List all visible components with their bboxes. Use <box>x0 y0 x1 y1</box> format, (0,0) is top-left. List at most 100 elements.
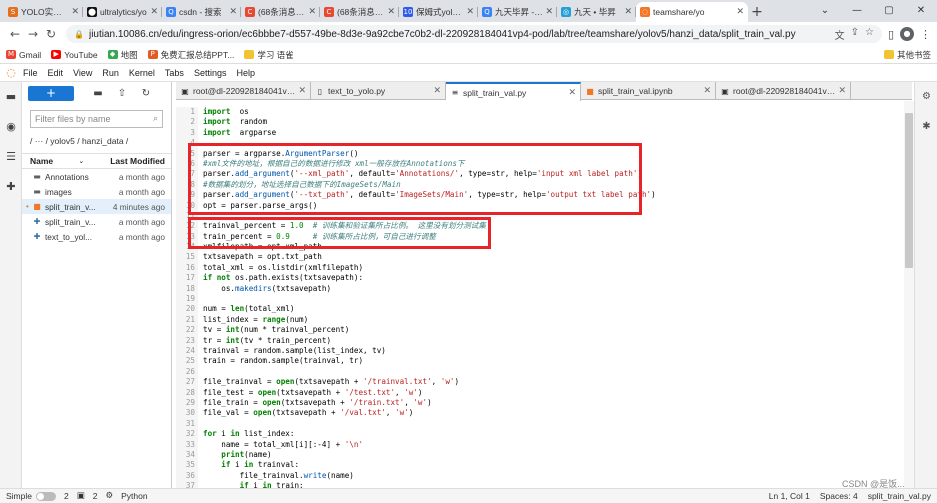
code-line[interactable]: print(name) <box>203 450 893 460</box>
new-folder-icon[interactable]: ▬ <box>86 88 110 99</box>
code-line[interactable]: trainval = random.sample(list_index, tv) <box>203 346 893 356</box>
bookmark-star-icon[interactable]: ☆ <box>865 27 874 42</box>
scrollbar-thumb[interactable] <box>905 113 913 268</box>
code-line[interactable]: os.makedirs(txtsavepath) <box>203 284 893 294</box>
code-line[interactable]: if not os.path.exists(txtsavepath): <box>203 273 893 283</box>
code-line[interactable]: for i in list_index: <box>203 429 893 439</box>
browser-tab[interactable]: Q 九天毕昇 - 搜 ✕ <box>478 2 557 22</box>
document-tab[interactable]: ≡ split_train_val.py ✕ <box>446 82 581 101</box>
close-tab-icon[interactable]: ✕ <box>298 86 306 96</box>
new-launcher-button[interactable]: + <box>28 85 74 101</box>
running-kernels-icon[interactable]: ◉ <box>0 112 22 142</box>
other-bookmarks[interactable]: 其他书签 <box>883 49 931 61</box>
file-browser-icon[interactable]: ▬ <box>0 82 22 112</box>
forward-icon[interactable]: → <box>24 27 42 41</box>
filter-files-input[interactable]: Filter files by name ⌕ <box>30 110 163 128</box>
maximize-icon[interactable]: ▢ <box>873 0 905 22</box>
close-tab-icon[interactable]: ✕ <box>433 86 441 96</box>
language-label[interactable]: Python <box>121 491 147 501</box>
extensions-icon[interactable]: ✚ <box>0 172 22 202</box>
debugger-bug-icon[interactable]: ✱ <box>915 112 937 142</box>
code-line[interactable]: total_xml = os.listdir(xmlfilepath) <box>203 263 893 273</box>
commands-icon[interactable]: ☰ <box>0 142 22 172</box>
menu-item-help[interactable]: Help <box>231 68 260 78</box>
document-tab[interactable]: ■ split_train_val.ipynb ✕ <box>581 82 716 100</box>
close-tab-icon[interactable]: ✕ <box>545 7 553 17</box>
simple-mode-toggle[interactable] <box>35 491 56 501</box>
browser-tab[interactable]: C(68条消息) YO✕ <box>320 2 399 22</box>
kernel-gear-icon[interactable]: ⚙ <box>105 491 113 501</box>
property-inspector-gear-icon[interactable]: ⚙ <box>915 82 937 112</box>
code-line[interactable] <box>203 419 893 429</box>
close-tab-icon[interactable]: ✕ <box>568 88 576 98</box>
bookmark-item[interactable]: ◆ 地图 <box>107 49 138 61</box>
name-column-header[interactable]: Name <box>30 156 78 166</box>
menu-item-settings[interactable]: Settings <box>189 68 232 78</box>
sort-chevron-icon[interactable]: ⌄ <box>78 157 84 165</box>
document-tab[interactable]: ▯ text_to_yolo.py ✕ <box>311 82 446 100</box>
terminal-icon[interactable]: ▣ <box>77 491 85 501</box>
tab-search-icon[interactable]: ⌄ <box>809 0 841 22</box>
browser-tab[interactable]: 10 保姆式yolov5 ✕ <box>399 2 478 22</box>
close-window-icon[interactable]: ✕ <box>905 0 937 22</box>
code-line[interactable]: import os <box>203 107 893 117</box>
code-line[interactable]: name = total_xml[i][:-4] + '\n' <box>203 440 893 450</box>
menu-item-view[interactable]: View <box>68 68 97 78</box>
file-row[interactable]: ✚ split_train_v... a month ago <box>22 214 171 229</box>
close-tab-icon[interactable]: ✕ <box>736 7 744 17</box>
file-row[interactable]: ✚ text_to_yol... a month ago <box>22 229 171 244</box>
refresh-icon[interactable]: ↻ <box>134 88 158 99</box>
menu-icon[interactable]: ⋮ <box>920 28 931 41</box>
browser-tab[interactable]: Qcsdn - 搜索 ✕ <box>162 2 241 22</box>
code-line[interactable]: tr = int(tv * train_percent) <box>203 336 893 346</box>
lock-icon[interactable]: 🔒 <box>74 30 84 39</box>
browser-tab[interactable]: ⬤ ultralytics/yo ✕ <box>83 2 162 22</box>
code-line[interactable]: num = len(total_xml) <box>203 304 893 314</box>
kernels-count[interactable]: 2 <box>93 491 98 501</box>
close-tab-icon[interactable]: ✕ <box>71 7 79 17</box>
file-row[interactable]: ▬ Annotations a month ago <box>22 169 171 184</box>
close-tab-icon[interactable]: ✕ <box>624 7 632 17</box>
code-line[interactable]: file_val = open(txtsavepath + '/val.txt'… <box>203 408 893 418</box>
code-line[interactable]: train = random.sample(trainval, tr) <box>203 356 893 366</box>
code-line[interactable]: tv = int(num * trainval_percent) <box>203 325 893 335</box>
bookmark-item[interactable]: M Gmail <box>6 50 41 60</box>
minimize-icon[interactable]: — <box>841 0 873 22</box>
code-line[interactable]: txtsavepath = opt.txt_path <box>203 252 893 262</box>
close-tab-icon[interactable]: ✕ <box>308 7 316 17</box>
menu-item-run[interactable]: Run <box>97 68 124 78</box>
browser-tab[interactable]: C(68条消息) YO✕ <box>241 2 320 22</box>
sidebar-icon[interactable]: ▯ <box>888 28 894 41</box>
menu-item-edit[interactable]: Edit <box>43 68 69 78</box>
code-editor[interactable]: 1 2 3 4 5 6 7 8 9 10 11 12 13 14 15 16 17 18 19 20 21 22 23 24 2… <box>176 101 904 488</box>
code-line[interactable] <box>203 294 893 304</box>
bookmark-item[interactable]: P 免费汇报总结PPT... <box>147 49 234 61</box>
browser-tab[interactable]: S YOLO实现 - b ✕ <box>4 2 83 22</box>
code-line[interactable]: list_index = range(num) <box>203 315 893 325</box>
close-tab-icon[interactable]: ✕ <box>229 7 237 17</box>
back-icon[interactable]: ← <box>6 27 24 41</box>
modified-column-header[interactable]: Last Modified <box>110 156 165 166</box>
code-line[interactable]: file_trainval.write(name) <box>203 471 893 481</box>
code-line[interactable]: import random <box>203 117 893 127</box>
share-icon[interactable]: ⇪ <box>851 27 859 42</box>
close-tab-icon[interactable]: ✕ <box>466 7 474 17</box>
browser-tab[interactable]: ◎ 九天 • 毕昇 ✕ <box>557 2 636 22</box>
bookmark-item[interactable]: ▶ YouTube <box>51 50 98 60</box>
terminals-count[interactable]: 2 <box>64 491 69 501</box>
code-line[interactable]: import argparse <box>203 128 893 138</box>
profile-avatar[interactable]: ● <box>900 27 914 41</box>
document-tab[interactable]: ▣ root@dl-220928184041vp4- ✕ <box>716 82 851 100</box>
code-line[interactable]: file_train = open(txtsavepath + '/train.… <box>203 398 893 408</box>
bookmark-item[interactable]: 学习 语雀 <box>244 49 294 61</box>
menu-item-kernel[interactable]: Kernel <box>124 68 160 78</box>
file-row[interactable]: • ■ split_train_v... 4 minutes ago <box>22 199 171 214</box>
code-line[interactable]: if i in train: <box>203 481 893 488</box>
code-line[interactable]: file_trainval = open(txtsavepath + '/tra… <box>203 377 893 387</box>
code-line[interactable]: file_test = open(txtsavepath + '/test.tx… <box>203 388 893 398</box>
close-tab-icon[interactable]: ✕ <box>838 86 846 96</box>
document-tab[interactable]: ▣ root@dl-220928184041vp4- ✕ <box>176 82 311 100</box>
close-tab-icon[interactable]: ✕ <box>703 86 711 96</box>
translate-icon[interactable]: 文 <box>835 27 845 42</box>
menu-item-file[interactable]: File <box>18 68 43 78</box>
